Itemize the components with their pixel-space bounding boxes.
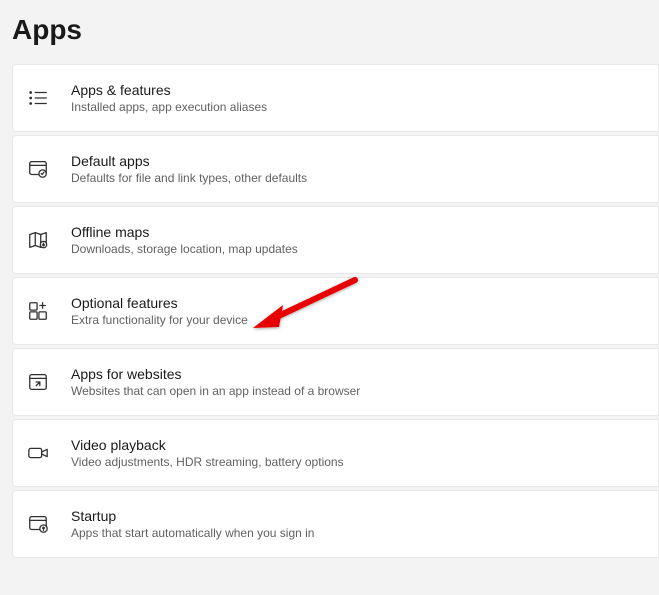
- item-title: Default apps: [71, 153, 307, 169]
- settings-list: Apps & features Installed apps, app exec…: [0, 64, 659, 558]
- startup-item[interactable]: Startup Apps that start automatically wh…: [12, 490, 659, 558]
- default-apps-icon: [27, 158, 49, 180]
- startup-icon: [27, 513, 49, 535]
- item-desc: Video adjustments, HDR streaming, batter…: [71, 455, 344, 469]
- item-desc: Apps that start automatically when you s…: [71, 526, 314, 540]
- optional-features-icon: [27, 300, 49, 322]
- item-desc: Websites that can open in an app instead…: [71, 384, 360, 398]
- optional-features-item[interactable]: Optional features Extra functionality fo…: [12, 277, 659, 345]
- video-playback-item[interactable]: Video playback Video adjustments, HDR st…: [12, 419, 659, 487]
- apps-features-icon: [27, 87, 49, 109]
- item-title: Optional features: [71, 295, 248, 311]
- item-title: Startup: [71, 508, 314, 524]
- item-desc: Downloads, storage location, map updates: [71, 242, 298, 256]
- item-title: Apps & features: [71, 82, 267, 98]
- item-title: Offline maps: [71, 224, 298, 240]
- item-title: Apps for websites: [71, 366, 360, 382]
- item-title: Video playback: [71, 437, 344, 453]
- item-desc: Extra functionality for your device: [71, 313, 248, 327]
- default-apps-item[interactable]: Default apps Defaults for file and link …: [12, 135, 659, 203]
- offline-maps-icon: [27, 229, 49, 251]
- item-desc: Defaults for file and link types, other …: [71, 171, 307, 185]
- offline-maps-item[interactable]: Offline maps Downloads, storage location…: [12, 206, 659, 274]
- apps-for-websites-item[interactable]: Apps for websites Websites that can open…: [12, 348, 659, 416]
- apps-for-websites-icon: [27, 371, 49, 393]
- page-title: Apps: [0, 0, 659, 64]
- item-desc: Installed apps, app execution aliases: [71, 100, 267, 114]
- video-playback-icon: [27, 442, 49, 464]
- apps-and-features-item[interactable]: Apps & features Installed apps, app exec…: [12, 64, 659, 132]
